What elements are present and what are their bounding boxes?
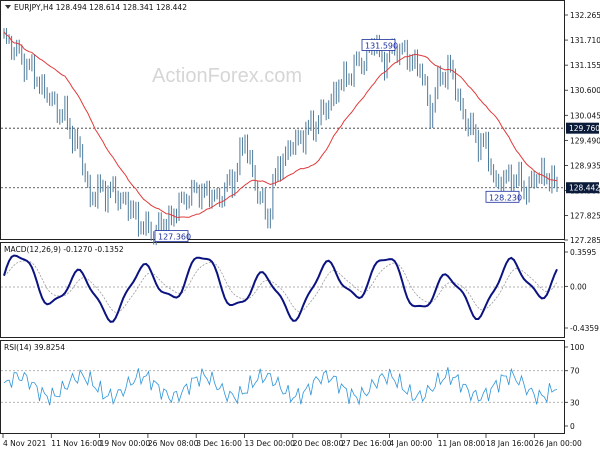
- x-tick-label: 18 Jan 16:00: [486, 439, 534, 448]
- macd-panel-title: MACD(12,26,9) -0.1270 -0.1352: [4, 245, 124, 254]
- price-annotation: 127.360: [154, 230, 191, 243]
- macd-tick-label: -0.4359: [570, 324, 599, 333]
- x-tick-label: 4 Nov 2021: [3, 439, 46, 448]
- x-tick-label: 26 Nov 08:00: [148, 439, 199, 448]
- price-line-label: 128.442: [566, 182, 600, 194]
- price-tick-label: 130.600: [570, 86, 600, 95]
- x-tick-label: 4 Jan 00:00: [389, 439, 432, 448]
- x-tick-label: 11 Nov 16:00: [51, 439, 102, 448]
- price-annotation-text: 128.230: [489, 193, 522, 202]
- macd-tick-label: 0.3595: [570, 248, 596, 257]
- price-tick-label: 131.155: [570, 61, 600, 70]
- price-annotation: 131.590: [361, 39, 398, 51]
- price-tick-label: 128.935: [570, 161, 600, 170]
- price-line-label: 129.760: [566, 122, 600, 134]
- price-tick-label: 127.825: [570, 212, 600, 221]
- macd-tick-label: 0.00: [570, 282, 587, 291]
- price-tick-label: 132.265: [570, 11, 600, 20]
- price-panel-title: EURJPY,H4 128.494 128.614 128.341 128.44…: [14, 3, 187, 12]
- x-tick-label: 13 Dec 00:00: [245, 439, 296, 448]
- x-tick-label: 11 Jan 08:00: [438, 439, 486, 448]
- chart-container: ActionForex.com 131.590 127.360 128.230 13…: [0, 0, 600, 450]
- rsi-tick-label: 0: [570, 422, 575, 431]
- price-tick-label: 129.490: [570, 136, 600, 145]
- price-tick-label: 131.710: [570, 36, 600, 45]
- x-tick-label: 26 Jan 00:00: [534, 439, 582, 448]
- price-tick-label: 130.045: [570, 111, 600, 120]
- chart-svg: ActionForex.com 131.590 127.360 128.230 13…: [0, 0, 600, 450]
- price-annotation-text: 127.360: [158, 233, 191, 242]
- price-tick-label: 127.285: [570, 236, 600, 245]
- x-tick-label: 3 Dec 16:00: [196, 439, 242, 448]
- x-tick-label: 20 Dec 08:00: [293, 439, 344, 448]
- rsi-tick-label: 30: [570, 398, 580, 407]
- watermark: ActionForex.com: [152, 65, 302, 87]
- rsi-tick-label: 100: [570, 343, 585, 352]
- price-line-value: 129.760: [569, 124, 600, 133]
- x-tick-label: 27 Dec 16:00: [341, 439, 392, 448]
- x-tick-label: 19 Nov 00:00: [100, 439, 151, 448]
- price-annotation: 128.230: [485, 190, 522, 203]
- price-line-value: 128.442: [569, 184, 600, 193]
- rsi-panel-title: RSI(14) 39.8254: [4, 343, 65, 352]
- rsi-tick-label: 70: [570, 367, 580, 376]
- price-annotation-text: 131.590: [365, 41, 398, 50]
